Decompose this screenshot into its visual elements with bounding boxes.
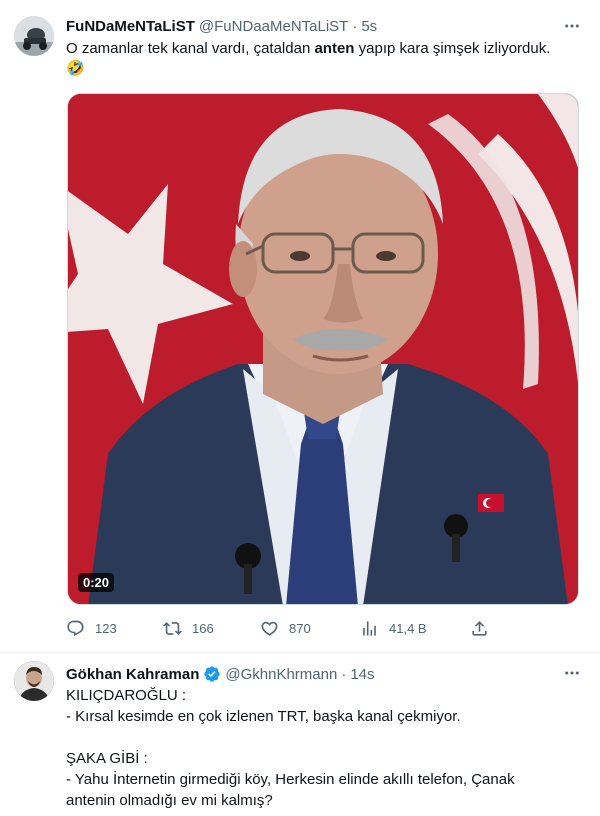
tweet-actions: 123 166 870 41,4 B [66,617,496,639]
tweet-text: KILIÇDAROĞLU : - Kırsal kesimde en çok i… [66,685,586,811]
heart-icon [261,621,278,636]
tweet-header: Gökhan Kahraman @GkhnKhrmann · 14s [66,663,375,685]
like-count: 870 [289,620,311,636]
separator-dot: · [341,665,347,683]
views-button[interactable]: 41,4 B [360,619,427,638]
tweet-text: O zamanlar tek kanal vardı, çataldan ant… [66,39,586,79]
retweet-icon [163,621,182,635]
avatar[interactable] [14,661,54,701]
more-options-icon[interactable] [562,16,582,36]
video-duration: 0:20 [78,573,115,592]
like-button[interactable]: 870 [260,619,311,638]
verified-badge-icon[interactable] [203,665,221,683]
author-name[interactable]: Gökhan Kahraman [66,666,199,683]
tweet[interactable]: Gökhan Kahraman @GkhnKhrmann · 14s KILIÇ… [0,653,600,816]
tweet[interactable]: FuNDaMeNTaLiST @FuNDaaMeNTaLiST · 5s O z… [0,0,600,653]
retweet-count: 166 [192,620,214,636]
tweet-text-line: antenin olmadığı ev mi kalmış? [66,792,273,809]
tweet-text-bold: anten [314,40,355,57]
video-player[interactable]: 0:20 [67,93,579,605]
author-handle[interactable]: @GkhnKhrmann [225,666,337,683]
views-count: 41,4 B [389,620,427,636]
share-button[interactable] [470,619,499,638]
reply-icon [67,620,84,636]
user-avatar-icon [14,661,54,701]
avatar[interactable] [14,16,54,56]
retweet-button[interactable]: 166 [163,619,214,638]
laughing-emoji: 🤣 [66,60,85,77]
share-icon [472,620,487,636]
tweet-text-line: KILIÇDAROĞLU : [66,687,187,704]
user-avatar-icon [14,16,54,56]
author-name[interactable]: FuNDaMeNTaLiST [66,18,195,35]
tweet-text-before: O zamanlar tek kanal vardı, çataldan [66,40,315,57]
tweet-text-line: - Yahu İnternetin girmediği köy, Herkesi… [66,771,515,788]
tweet-text-after: yapıp kara şimşek izliyorduk. [354,40,551,57]
author-handle[interactable]: @FuNDaaMeNTaLiST [199,18,348,35]
reply-count: 123 [95,620,117,636]
more-options-icon[interactable] [562,663,582,683]
tweet-header: FuNDaMeNTaLiST @FuNDaaMeNTaLiST · 5s [66,15,377,37]
views-chart-icon [363,620,376,636]
reply-button[interactable]: 123 [66,619,117,638]
separator-dot: · [352,17,358,35]
video-thumbnail-icon [68,94,578,604]
timestamp[interactable]: 5s [361,18,377,35]
timestamp[interactable]: 14s [350,666,374,683]
tweet-text-line: ŞAKA GİBİ : [66,750,148,767]
tweet-text-line: - Kırsal kesimde en çok izlenen TRT, baş… [66,708,461,725]
